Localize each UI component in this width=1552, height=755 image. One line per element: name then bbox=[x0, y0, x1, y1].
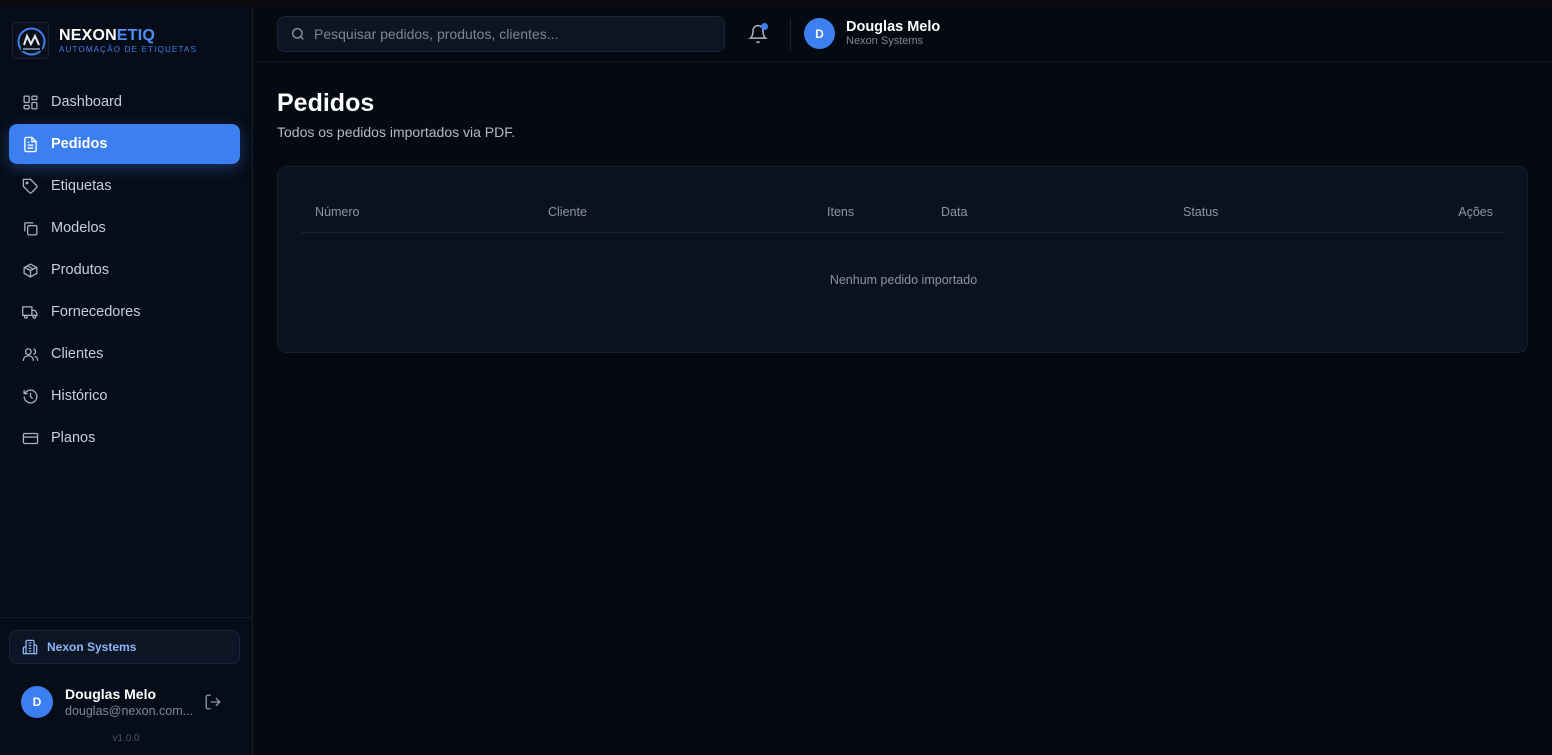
avatar: D bbox=[804, 18, 835, 49]
header-user-company: Nexon Systems bbox=[846, 35, 924, 47]
nexonetiq-logo-icon bbox=[12, 22, 49, 59]
sidebar-item-label: Etiquetas bbox=[51, 178, 112, 194]
sidebar-item-pedidos[interactable]: Pedidos bbox=[9, 124, 240, 164]
organization-name: Nexon Systems bbox=[47, 640, 137, 654]
avatar[interactable]: D bbox=[21, 686, 53, 718]
sidebar-item-label: Planos bbox=[51, 430, 96, 446]
sidebar-item-label: Clientes bbox=[51, 346, 104, 362]
top-header: D Douglas Melo Nexon Systems bbox=[253, 6, 1552, 62]
organization-chip[interactable]: Nexon Systems bbox=[9, 630, 240, 664]
history-icon bbox=[22, 388, 39, 405]
file-text-icon bbox=[22, 136, 39, 153]
sidebar-item-etiquetas[interactable]: Etiquetas bbox=[9, 166, 240, 206]
sidebar-item-label: Produtos bbox=[51, 262, 110, 278]
column-header-itens[interactable]: Itens bbox=[827, 205, 854, 219]
sidebar-item-modelos[interactable]: Modelos bbox=[9, 208, 240, 248]
orders-table-card: Número Cliente Itens Data Status Ações N… bbox=[277, 166, 1528, 353]
sidebar-item-label: Fornecedores bbox=[51, 304, 141, 320]
column-header-cliente[interactable]: Cliente bbox=[548, 205, 587, 219]
sidebar-divider bbox=[0, 617, 252, 618]
user-name: Douglas Melo bbox=[65, 685, 157, 702]
building-icon bbox=[22, 639, 38, 655]
sidebar-item-fornecedores[interactable]: Fornecedores bbox=[9, 292, 240, 332]
search-bar[interactable] bbox=[277, 16, 725, 52]
header-user-menu[interactable]: D Douglas Melo Nexon Systems bbox=[804, 18, 940, 49]
tag-icon bbox=[22, 178, 39, 195]
credit-card-icon bbox=[22, 430, 39, 447]
users-icon bbox=[22, 346, 39, 363]
user-email: douglas@nexon.com... bbox=[65, 703, 194, 718]
sidebar-item-label: Pedidos bbox=[51, 136, 108, 152]
sidebar-user: D Douglas Melo douglas@nexon.com... bbox=[21, 682, 231, 722]
brand-tagline: AUTOMAÇÃO DE ETIQUETAS bbox=[59, 44, 198, 54]
sidebar-item-label: Dashboard bbox=[51, 94, 122, 110]
sidebar-item-dashboard[interactable]: Dashboard bbox=[9, 82, 240, 122]
sidebar: NEXONETIQ AUTOMAÇÃO DE ETIQUETAS Dashboa… bbox=[0, 6, 253, 755]
search-icon bbox=[290, 26, 306, 42]
sidebar-item-clientes[interactable]: Clientes bbox=[9, 334, 240, 374]
page-title: Pedidos bbox=[277, 89, 375, 117]
notification-dot bbox=[761, 23, 768, 30]
empty-state-message: Nenhum pedido importado bbox=[829, 273, 978, 287]
truck-icon bbox=[22, 304, 39, 321]
brand[interactable]: NEXONETIQ AUTOMAÇÃO DE ETIQUETAS bbox=[12, 22, 197, 59]
column-header-data[interactable]: Data bbox=[941, 205, 967, 219]
column-header-numero[interactable]: Número bbox=[315, 205, 359, 219]
logout-icon[interactable] bbox=[204, 693, 222, 711]
sidebar-item-historico[interactable]: Histórico bbox=[9, 376, 240, 416]
brand-name: NEXONETIQ bbox=[59, 27, 197, 44]
sidebar-item-label: Modelos bbox=[51, 220, 106, 236]
brand-name-part1: NEXON bbox=[59, 26, 117, 44]
table-header: Número Cliente Itens Data Status Ações bbox=[301, 193, 1505, 233]
sidebar-item-produtos[interactable]: Produtos bbox=[9, 250, 240, 290]
header-divider bbox=[790, 18, 791, 50]
sidebar-item-planos[interactable]: Planos bbox=[9, 418, 240, 458]
package-icon bbox=[22, 262, 39, 279]
brand-name-part2: ETIQ bbox=[116, 26, 156, 44]
column-header-status[interactable]: Status bbox=[1183, 205, 1218, 219]
sidebar-nav: Dashboard Pedidos Etiquetas Modelos Prod… bbox=[9, 82, 240, 460]
search-input[interactable] bbox=[314, 26, 714, 42]
app-version: v1.0.0 bbox=[112, 733, 140, 744]
copy-icon bbox=[22, 220, 39, 237]
column-header-acoes: Ações bbox=[1458, 205, 1493, 219]
sidebar-item-label: Histórico bbox=[51, 388, 108, 404]
page-subtitle: Todos os pedidos importados via PDF. bbox=[277, 124, 516, 140]
layout-dashboard-icon bbox=[22, 94, 39, 111]
header-user-name: Douglas Melo bbox=[846, 19, 941, 35]
